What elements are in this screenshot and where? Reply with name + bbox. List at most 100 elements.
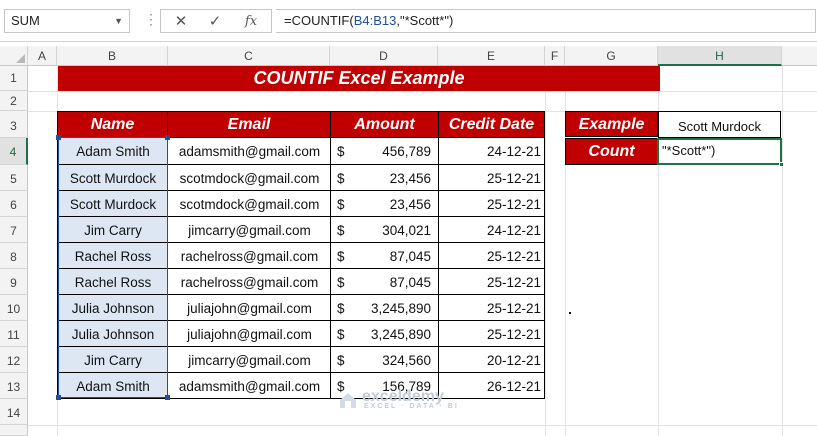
currency-symbol: $ bbox=[337, 327, 345, 342]
cell-credit-date[interactable]: 25-12-21 bbox=[438, 269, 545, 295]
currency-symbol: $ bbox=[337, 223, 345, 238]
row-header-6[interactable]: 6 bbox=[0, 191, 28, 217]
row-header-8[interactable]: 8 bbox=[0, 243, 28, 269]
amount-value: 456,789 bbox=[382, 144, 431, 159]
amount-value: 3,245,890 bbox=[370, 301, 431, 316]
column-header-b[interactable]: B bbox=[57, 46, 168, 66]
column-header-a[interactable]: A bbox=[28, 46, 57, 66]
formula-bar-area: SUM ▼ ⋮ ✕ ✓ fx =COUNTIF(B4:B13,"*Scott*"… bbox=[0, 0, 817, 42]
fill-handle[interactable] bbox=[779, 162, 784, 167]
column-header-f[interactable]: F bbox=[545, 46, 565, 66]
cell-credit-date[interactable]: 20-12-21 bbox=[438, 347, 545, 373]
row-header-12[interactable]: 12 bbox=[0, 347, 28, 373]
row-header-9[interactable]: 9 bbox=[0, 269, 28, 295]
header-email[interactable]: Email bbox=[167, 111, 331, 138]
gridline bbox=[782, 66, 783, 436]
stray-dot bbox=[569, 312, 571, 314]
cell-name[interactable]: Rachel Ross bbox=[57, 243, 168, 269]
cell-credit-date[interactable]: 25-12-21 bbox=[438, 165, 545, 191]
cell-amount[interactable]: $87,045 bbox=[330, 269, 439, 295]
header-credit-date[interactable]: Credit Date bbox=[438, 111, 545, 138]
row-header-2[interactable]: 2 bbox=[0, 91, 28, 111]
formula-range-ref: B4:B13 bbox=[353, 13, 397, 28]
count-label[interactable]: Count bbox=[565, 138, 658, 165]
cell-credit-date[interactable]: 24-12-21 bbox=[438, 217, 545, 243]
cell-name[interactable]: Jim Carry bbox=[57, 217, 168, 243]
cell-email[interactable]: adamsmith@gmail.com bbox=[167, 138, 331, 165]
formula-prefix: =COUNTIF( bbox=[284, 13, 354, 28]
select-all-button[interactable] bbox=[0, 46, 28, 66]
row-header-15 bbox=[0, 425, 28, 436]
cell-name[interactable]: Adam Smith bbox=[57, 138, 168, 165]
row-header-5[interactable]: 5 bbox=[0, 165, 28, 191]
amount-value: 324,560 bbox=[382, 353, 431, 368]
amount-value: 87,045 bbox=[389, 249, 431, 264]
column-header-h[interactable]: H bbox=[658, 46, 782, 66]
cell-email[interactable]: rachelross@gmail.com bbox=[167, 269, 331, 295]
cell-email[interactable]: scotmdock@gmail.com bbox=[167, 191, 331, 217]
header-name[interactable]: Name bbox=[57, 111, 168, 138]
cell-amount[interactable]: $456,789 bbox=[330, 138, 439, 165]
cell-name[interactable]: Scott Murdock bbox=[57, 165, 168, 191]
row-header-3[interactable]: 3 bbox=[0, 111, 28, 138]
active-cell-h4[interactable]: "*Scott*") bbox=[657, 138, 784, 167]
cell-credit-date[interactable]: 25-12-21 bbox=[438, 295, 545, 321]
cell-name[interactable]: Julia Johnson bbox=[57, 321, 168, 347]
sheet-title: COUNTIF Excel Example bbox=[58, 66, 660, 91]
cell-amount[interactable]: $3,245,890 bbox=[330, 295, 439, 321]
cell-email[interactable]: rachelross@gmail.com bbox=[167, 243, 331, 269]
cell-amount[interactable]: $87,045 bbox=[330, 243, 439, 269]
cell-credit-date[interactable]: 25-12-21 bbox=[438, 321, 545, 347]
cell-name[interactable]: Rachel Ross bbox=[57, 269, 168, 295]
cell-amount[interactable]: $3,245,890 bbox=[330, 321, 439, 347]
amount-value: 23,456 bbox=[389, 197, 431, 212]
cell-credit-date[interactable]: 25-12-21 bbox=[438, 191, 545, 217]
formula-buttons: ✕ ✓ fx bbox=[160, 9, 272, 33]
cell-credit-date[interactable]: 25-12-21 bbox=[438, 243, 545, 269]
currency-symbol: $ bbox=[337, 275, 345, 290]
check-icon[interactable]: ✓ bbox=[203, 12, 227, 32]
cell-name[interactable]: Jim Carry bbox=[57, 347, 168, 373]
cell-amount[interactable]: $23,456 bbox=[330, 191, 439, 217]
cell-email[interactable]: jimcarry@gmail.com bbox=[167, 217, 331, 243]
row-header-1[interactable]: 1 bbox=[0, 66, 28, 91]
cell-name[interactable]: Scott Murdock bbox=[57, 191, 168, 217]
row-header-10[interactable]: 10 bbox=[0, 295, 28, 321]
formula-input[interactable]: =COUNTIF(B4:B13,"*Scott*") bbox=[276, 9, 816, 33]
cell-email[interactable]: juliajohn@gmail.com bbox=[167, 295, 331, 321]
insert-function-icon[interactable]: fx bbox=[239, 12, 263, 32]
column-header-e[interactable]: E bbox=[438, 46, 545, 66]
example-value-cell[interactable]: Scott Murdock bbox=[658, 111, 781, 138]
name-box[interactable]: SUM ▼ bbox=[4, 9, 130, 33]
cancel-icon[interactable]: ✕ bbox=[169, 12, 193, 32]
cell-credit-date[interactable]: 24-12-21 bbox=[438, 138, 545, 165]
cell-name[interactable]: Adam Smith bbox=[57, 373, 168, 399]
cell-email[interactable]: adamsmith@gmail.com bbox=[167, 373, 331, 399]
cell-email[interactable]: juliajohn@gmail.com bbox=[167, 321, 331, 347]
column-header-c[interactable]: C bbox=[168, 46, 330, 66]
cell-email[interactable]: scotmdock@gmail.com bbox=[167, 165, 331, 191]
cell-amount[interactable]: $23,456 bbox=[330, 165, 439, 191]
formula-suffix: ,"*Scott*") bbox=[396, 13, 454, 28]
chevron-down-icon[interactable]: ▼ bbox=[114, 10, 123, 32]
row-header-7[interactable]: 7 bbox=[0, 217, 28, 243]
gridline bbox=[28, 425, 817, 426]
more-options-icon[interactable]: ⋮ bbox=[144, 11, 159, 28]
currency-symbol: $ bbox=[337, 171, 345, 186]
watermark: exceldemy EXCEL · DATA · BI bbox=[362, 388, 459, 410]
amount-value: 23,456 bbox=[389, 171, 431, 186]
cell-email[interactable]: jimcarry@gmail.com bbox=[167, 347, 331, 373]
example-label[interactable]: Example bbox=[565, 111, 658, 137]
cell-name[interactable]: Julia Johnson bbox=[57, 295, 168, 321]
cell-amount[interactable]: $324,560 bbox=[330, 347, 439, 373]
column-header-g[interactable]: G bbox=[565, 46, 658, 66]
header-amount[interactable]: Amount bbox=[330, 111, 439, 138]
row-header-13[interactable]: 13 bbox=[0, 373, 28, 399]
row-header-4[interactable]: 4 bbox=[0, 138, 28, 165]
currency-symbol: $ bbox=[337, 249, 345, 264]
gridline bbox=[545, 66, 546, 436]
row-header-14[interactable]: 14 bbox=[0, 399, 28, 425]
row-header-11[interactable]: 11 bbox=[0, 321, 28, 347]
column-header-d[interactable]: D bbox=[330, 46, 438, 66]
cell-amount[interactable]: $304,021 bbox=[330, 217, 439, 243]
